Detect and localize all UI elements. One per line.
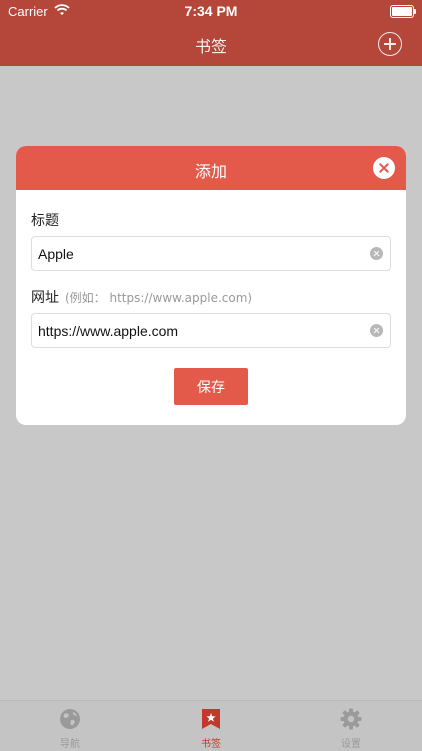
status-bar: Carrier 7:34 PM bbox=[0, 0, 422, 22]
navigation-bar: 书签 bbox=[0, 22, 422, 66]
status-time: 7:34 PM bbox=[184, 3, 238, 19]
dialog-header: 添加 bbox=[16, 146, 406, 190]
gear-icon bbox=[340, 708, 362, 730]
tab-bookmarks-label: 书签 bbox=[201, 739, 221, 750]
page-title: 书签 bbox=[194, 37, 227, 56]
dialog-title: 添加 bbox=[194, 162, 227, 181]
tab-bar: 导航 书签 设置 bbox=[0, 700, 422, 751]
url-input[interactable] bbox=[38, 314, 358, 347]
url-label-row: 网址 (例如： https://www.apple.com) bbox=[31, 287, 252, 307]
bookmark-icon bbox=[202, 709, 220, 729]
url-label: 网址 bbox=[31, 290, 59, 306]
tab-bookmarks[interactable]: 书签 bbox=[171, 701, 251, 751]
title-field-box bbox=[31, 236, 391, 271]
title-input[interactable] bbox=[38, 237, 358, 270]
globe-icon bbox=[60, 709, 80, 729]
tab-navigation[interactable]: 导航 bbox=[30, 701, 110, 751]
tab-settings[interactable]: 设置 bbox=[311, 701, 391, 751]
add-bookmark-button[interactable] bbox=[378, 32, 402, 56]
tab-settings-label: 设置 bbox=[341, 739, 361, 750]
url-hint: (例如： https://www.apple.com) bbox=[65, 291, 253, 305]
tab-navigation-label: 导航 bbox=[60, 739, 80, 750]
battery-icon bbox=[390, 5, 416, 18]
clear-title-icon[interactable] bbox=[370, 247, 383, 260]
url-field-box bbox=[31, 313, 391, 348]
title-label: 标题 bbox=[31, 213, 59, 229]
save-button[interactable]: 保存 bbox=[174, 368, 248, 405]
clear-url-icon[interactable] bbox=[370, 324, 383, 337]
add-bookmark-dialog: 添加 标题 网址 (例如： https://www.apple.com) 保存 bbox=[16, 146, 406, 425]
close-dialog-button[interactable] bbox=[373, 157, 395, 179]
